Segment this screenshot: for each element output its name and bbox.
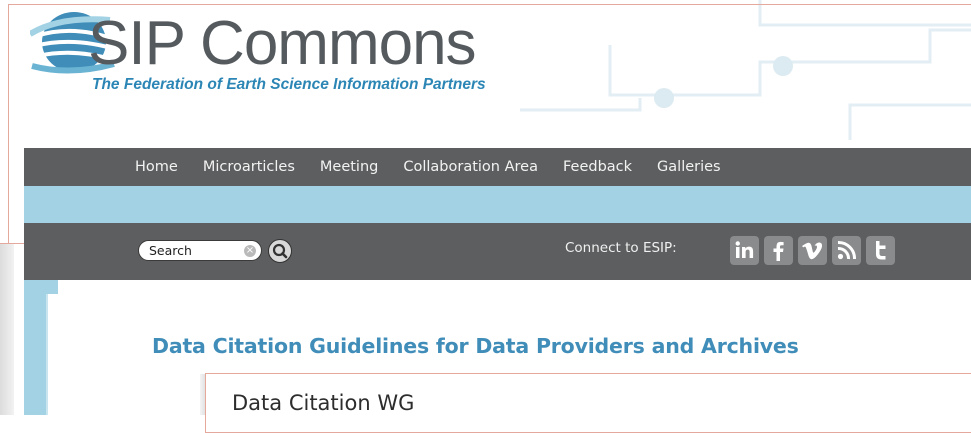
facebook-icon[interactable] [764, 236, 793, 265]
left-shadow [0, 244, 14, 415]
nav-item-collaboration-area[interactable]: Collaboration Area [403, 159, 538, 175]
vimeo-icon[interactable] [798, 236, 827, 265]
connect-label: Connect to ESIP: [565, 240, 677, 256]
nav-item-meeting[interactable]: Meeting [320, 159, 378, 175]
left-rail-inset [48, 294, 58, 415]
page-title: Data Citation Guidelines for Data Provid… [152, 334, 799, 358]
search-box: × [138, 240, 262, 261]
clear-search-icon[interactable]: × [244, 245, 256, 257]
nav-item-feedback[interactable]: Feedback [563, 159, 632, 175]
linkedin-icon[interactable] [730, 236, 759, 265]
nav-item-galleries[interactable]: Galleries [657, 159, 721, 175]
esip-logo[interactable]: SIP Commons The Federation of Earth Scie… [30, 6, 550, 106]
logo-wordmark: SIP Commons [88, 9, 477, 78]
utility-bar: × Connect to ESIP: [24, 223, 971, 280]
main-nav: Home Microarticles Meeting Collaboration… [24, 148, 971, 186]
magnifier-icon [272, 243, 288, 259]
search-button[interactable] [268, 239, 292, 263]
twitter-icon[interactable] [866, 236, 895, 265]
section-heading: Data Citation WG [232, 391, 415, 415]
secondary-nav-band [24, 186, 971, 223]
rss-icon[interactable] [832, 236, 861, 265]
nav-list: Home Microarticles Meeting Collaboration… [135, 148, 746, 186]
search-input[interactable] [149, 242, 239, 259]
logo-tagline: The Federation of Earth Science Informat… [92, 76, 486, 93]
nav-item-microarticles[interactable]: Microarticles [203, 159, 295, 175]
nav-item-home[interactable]: Home [135, 159, 178, 175]
